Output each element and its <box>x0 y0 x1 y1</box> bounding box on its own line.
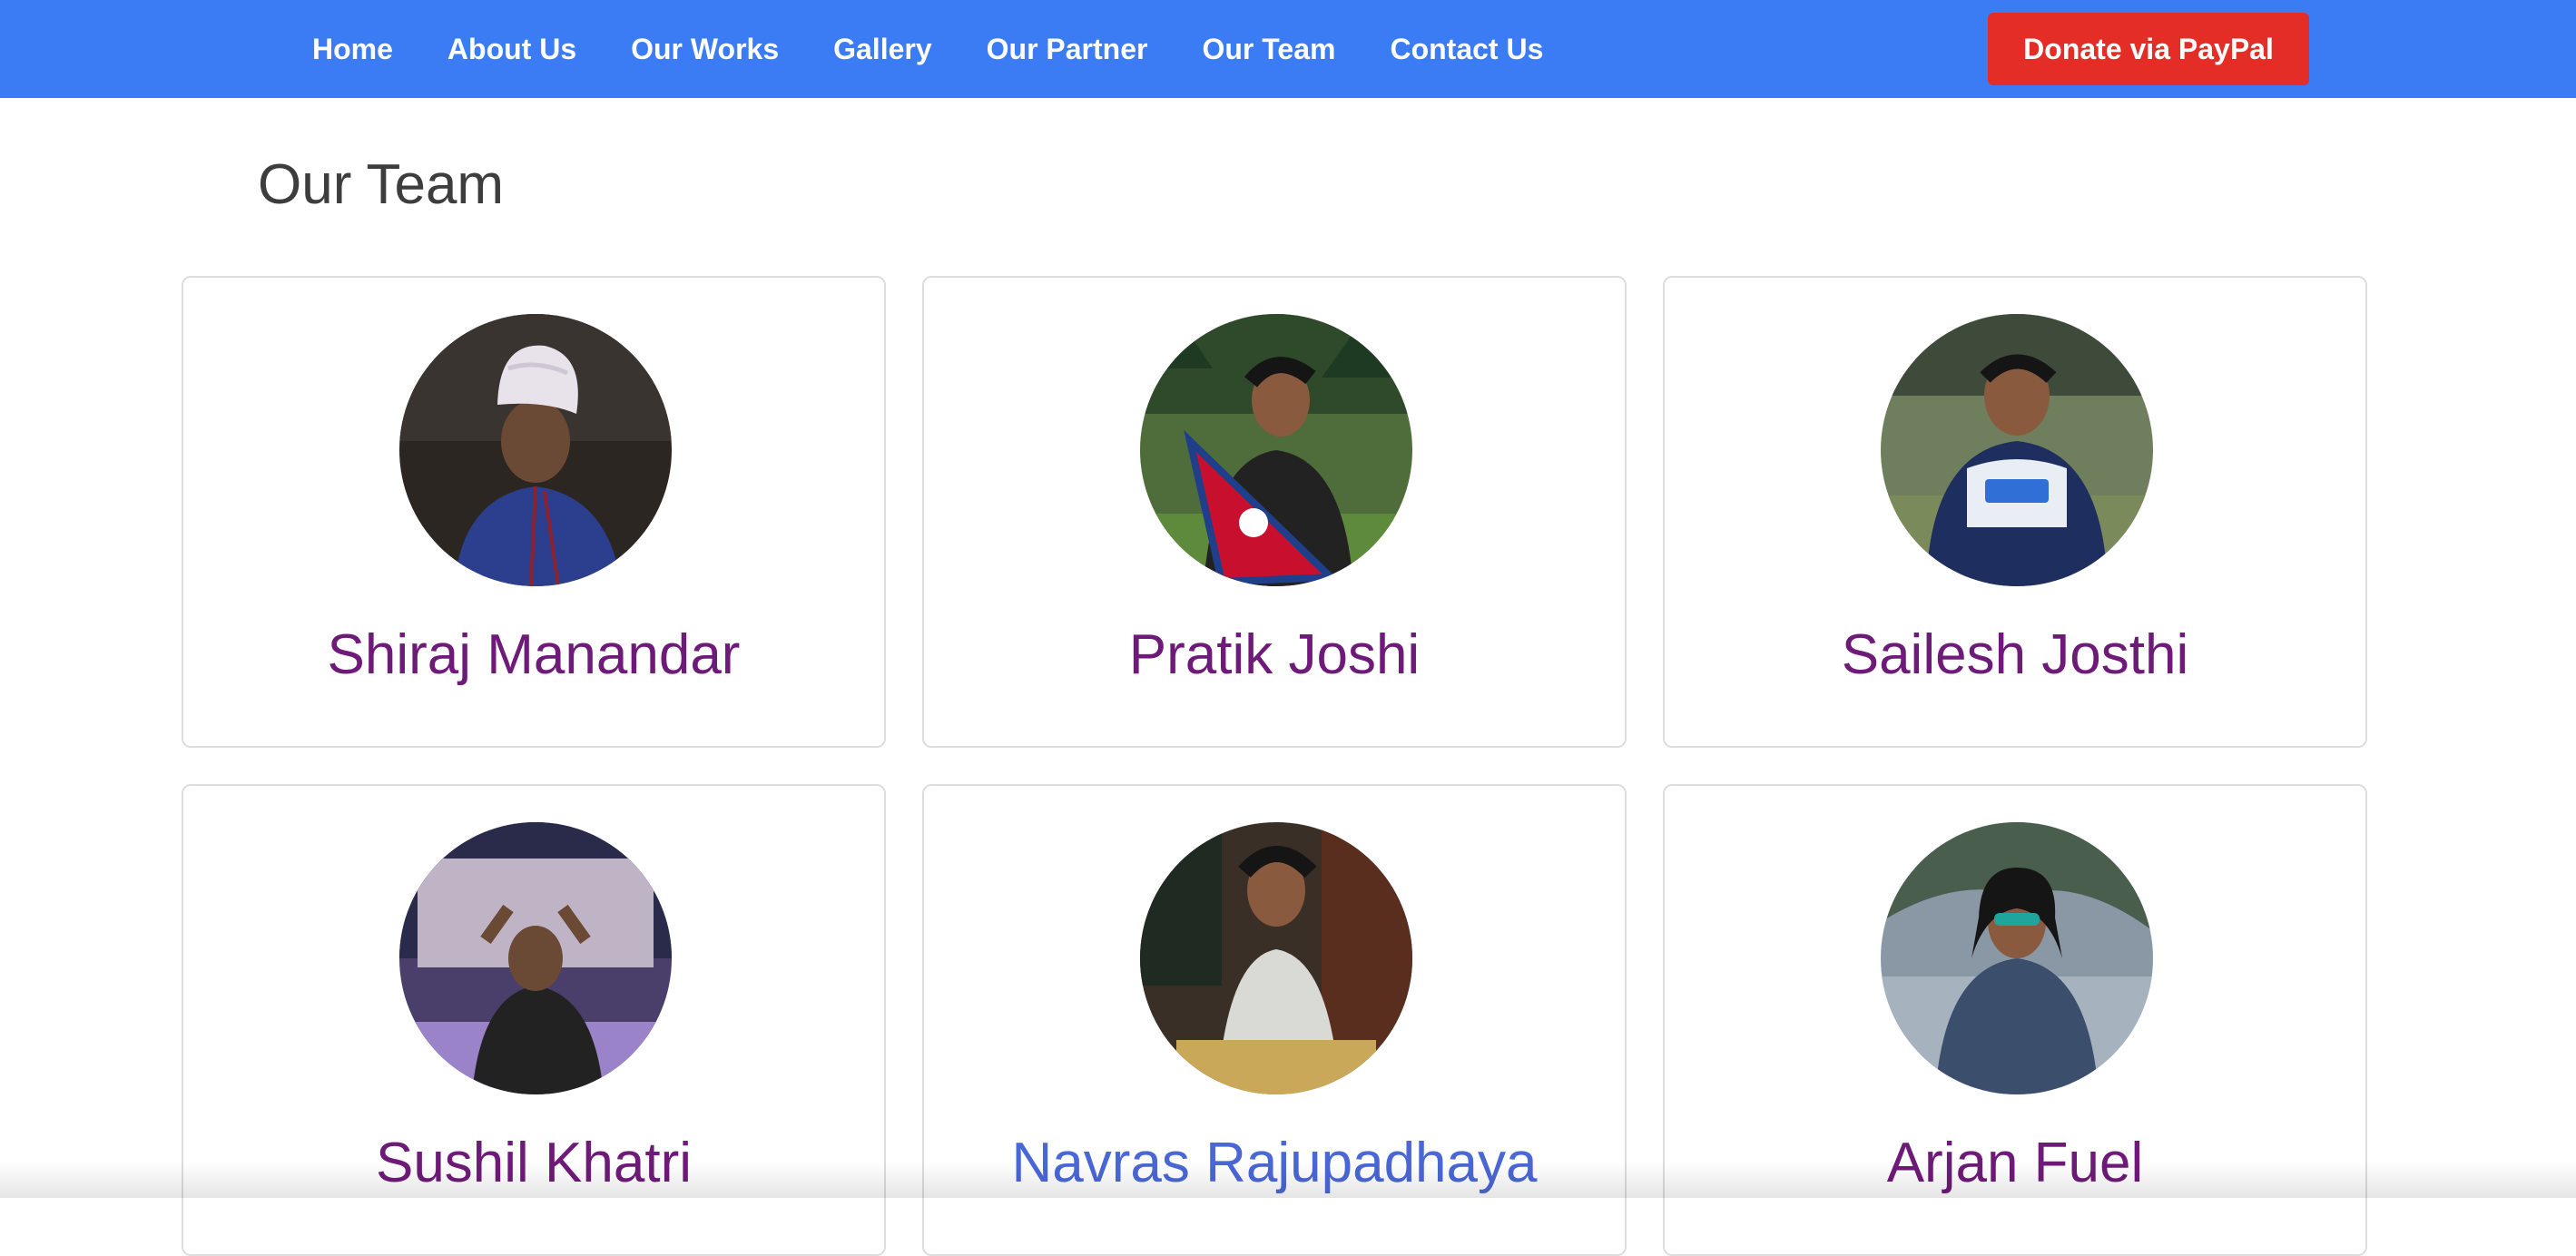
nav-home-link[interactable]: Home <box>312 33 393 66</box>
team-member-photo <box>1881 822 2153 1094</box>
team-member-photo <box>1140 822 1412 1094</box>
avatar-image <box>399 822 672 1094</box>
team-member-card: Sailesh Josthi <box>1663 276 2367 748</box>
avatar-image <box>1881 822 2153 1094</box>
bottom-scroll-shadow <box>0 1162 2576 1198</box>
avatar-image <box>1140 314 1412 586</box>
donate-paypal-button[interactable]: Donate via PayPal <box>1988 13 2309 85</box>
team-member-photo <box>399 314 672 586</box>
team-member-photo <box>1881 314 2153 586</box>
top-navbar: Home About Us Our Works Gallery Our Part… <box>0 0 2576 98</box>
team-member-photo <box>399 822 672 1094</box>
nav-our-works-link[interactable]: Our Works <box>631 33 779 66</box>
avatar-image <box>1140 822 1412 1094</box>
avatar-image <box>399 314 672 586</box>
team-member-name: Pratik Joshi <box>924 623 1625 687</box>
team-member-name: Sailesh Josthi <box>1665 623 2365 687</box>
nav-gallery-link[interactable]: Gallery <box>833 33 932 66</box>
nav-links: Home About Us Our Works Gallery Our Part… <box>312 0 1598 98</box>
nav-our-team-link[interactable]: Our Team <box>1202 33 1335 66</box>
team-grid: Shiraj Manandar Pratik Joshi <box>182 276 2367 1198</box>
team-member-name: Shiraj Manandar <box>183 623 884 687</box>
nav-our-partner-link[interactable]: Our Partner <box>987 33 1148 66</box>
avatar-image <box>1881 314 2153 586</box>
page-title: Our Team <box>258 152 504 217</box>
team-member-photo <box>1140 314 1412 586</box>
team-member-card: Shiraj Manandar <box>182 276 886 748</box>
nav-contact-us-link[interactable]: Contact Us <box>1390 33 1543 66</box>
nav-about-us-link[interactable]: About Us <box>447 33 576 66</box>
team-member-card: Pratik Joshi <box>922 276 1627 748</box>
